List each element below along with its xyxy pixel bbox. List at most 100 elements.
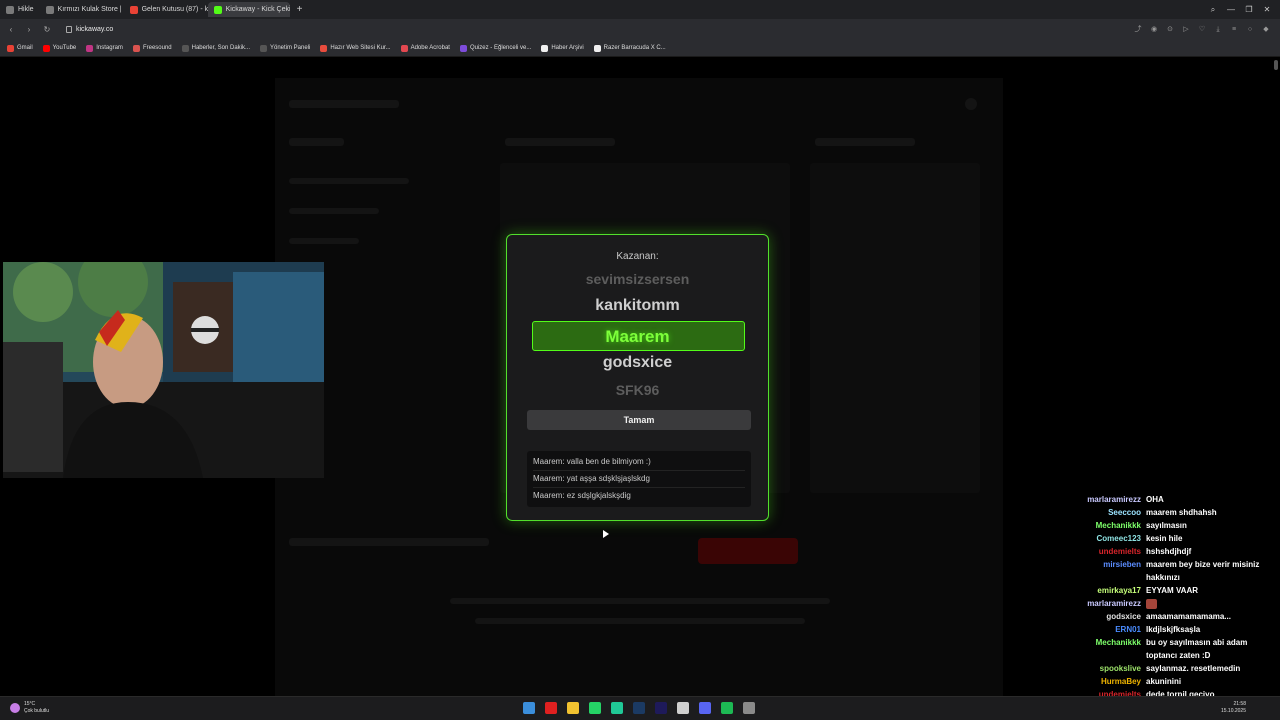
bookmark-item[interactable]: Razer Barracuda X C... — [593, 44, 666, 52]
weather-widget[interactable]: 15°C Çok bulutlu — [10, 701, 49, 715]
browser-tab[interactable]: Kırmızı Kulak Store | Hikle — [40, 2, 124, 17]
bookmark-label: Razer Barracuda X C... — [603, 45, 666, 51]
opera-icon[interactable] — [545, 702, 557, 714]
chat-username: undemielts — [1098, 690, 1141, 696]
bookmark-item[interactable]: Instagram — [86, 44, 123, 52]
chat-username: ERN01 — [1115, 625, 1141, 634]
bookmark-label: Yönetim Paneli — [269, 45, 311, 51]
browser-tab[interactable]: Hikle — [0, 2, 40, 17]
chat-text: saylanmaz. resetlemedin — [1146, 664, 1241, 673]
chat-username: marlaramirezz — [1087, 599, 1141, 608]
stream-chat-message: undemielts dede torpil geçiyo — [1040, 688, 1278, 696]
winner-modal: Kazanan: sevimsizsersen kankitomm Maarem… — [506, 234, 769, 521]
audition-icon[interactable] — [655, 702, 667, 714]
bookmark-item[interactable]: Gmail — [7, 44, 33, 52]
hikle-icon — [45, 5, 54, 14]
share-icon[interactable]: ⤴ — [1134, 26, 1142, 34]
stream-chat-message: spookslive saylanmaz. resetlemedin — [1040, 662, 1278, 675]
chat-text: dede torpil geçiyo — [1146, 690, 1215, 696]
photoshop-icon[interactable] — [633, 702, 645, 714]
forward-arrow-icon[interactable]: › — [24, 25, 34, 35]
new-tab-plus-icon[interactable]: + — [293, 3, 307, 17]
bookmark-favicon-icon — [459, 44, 467, 52]
modal-title: Kazanan: — [616, 251, 659, 262]
chat-text: lkdjlskjfksaşla — [1146, 625, 1201, 634]
winner-chat-log: Maarem: valla ben de bilmiyom :) Maarem: … — [527, 451, 751, 507]
stream-chat-message: marlaramirezz — [1040, 597, 1278, 610]
weather-temp: 15°C — [24, 701, 36, 707]
chat-text: maarem shdhahsh — [1146, 508, 1217, 517]
spotify-icon[interactable] — [721, 702, 733, 714]
extensions-icon[interactable]: ◆ — [1262, 26, 1270, 34]
bookmark-item[interactable]: YouTube — [42, 44, 77, 52]
taskbar-apps — [523, 702, 755, 714]
heart-icon[interactable]: ♡ — [1198, 26, 1206, 34]
bookmark-item[interactable]: Quizez - Eğlenceli ve... — [459, 44, 531, 52]
stream-chat-message: Seeccoo maarem shdhahsh — [1040, 506, 1278, 519]
browser-tab[interactable]: Gelen Kutusu (87) - kırmı — [124, 2, 208, 17]
terminal-icon[interactable] — [677, 702, 689, 714]
scrollbar[interactable] — [1274, 60, 1278, 70]
bookmark-favicon-icon — [7, 44, 14, 52]
download-icon[interactable]: ⤓ — [1214, 26, 1222, 34]
roll-name-above-1: kankitomm — [595, 297, 680, 314]
chat-text: amaamamamamama... — [1146, 612, 1231, 621]
tab-title: Hikle — [18, 6, 34, 13]
profile-icon[interactable]: ○ — [1246, 26, 1254, 34]
bookmark-item[interactable]: Adobe Acrobat — [400, 44, 450, 52]
chat-username: Comeec123 — [1096, 534, 1141, 543]
bookmark-label: Freesound — [142, 45, 172, 51]
webcam-overlay — [3, 262, 324, 478]
stream-chat-message: godsxice amaamamamamama... — [1040, 610, 1278, 623]
bookmark-item[interactable]: Haber Arşivi — [541, 44, 584, 52]
bookmark-favicon-icon — [132, 44, 140, 52]
bookmark-item[interactable]: Haberler, Son Dakik... — [181, 44, 250, 52]
bookmark-item[interactable]: Yönetim Paneli — [259, 44, 311, 52]
streaming-app-icon[interactable] — [611, 702, 623, 714]
clock-time: 21:58 — [1233, 701, 1246, 707]
back-arrow-icon[interactable]: ‹ — [6, 25, 16, 35]
url-text: kickaway.co — [76, 26, 114, 33]
whatsapp-icon[interactable] — [589, 702, 601, 714]
discord-icon[interactable] — [699, 702, 711, 714]
play-icon[interactable]: ▷ — [1182, 26, 1190, 34]
chat-username: emirkaya17 — [1097, 586, 1141, 595]
clock-date: 15.10.2025 — [1220, 708, 1246, 714]
chat-line: Maarem: yat aşşa sdşklşjaşlskdg — [533, 471, 745, 488]
ok-button[interactable]: Tamam — [527, 410, 751, 430]
search-tabs-icon[interactable]: ⌕ — [1206, 3, 1220, 17]
system-clock[interactable]: 21:58 15.10.2025 — [1221, 701, 1246, 715]
url-field[interactable]: kickaway.co — [66, 26, 113, 33]
tab-title: Kırmızı Kulak Store | Hikle — [57, 6, 124, 13]
stream-chat-message: Comeec123 kesin hile — [1040, 532, 1278, 545]
stream-chat-message: Mechanikkk sayılmasın — [1040, 519, 1278, 532]
bookmark-item[interactable]: Freesound — [132, 44, 172, 52]
camera-icon[interactable]: ◉ — [1150, 26, 1158, 34]
bookmark-label: Haber Arşivi — [551, 45, 584, 51]
chat-username: Seeccoo — [1108, 508, 1141, 517]
roll-name-below-2: SFK96 — [615, 382, 660, 398]
bookmark-label: Instagram — [96, 45, 123, 51]
browser-tab[interactable]: Kickaway - Kick Çekiliş Ar — [207, 2, 290, 17]
reload-icon[interactable]: ↻ — [42, 25, 52, 35]
minimize-icon[interactable]: — — [1224, 3, 1238, 17]
mouse-cursor-icon — [603, 530, 609, 538]
bookmark-item[interactable]: Hazır Web Sitesi Kur... — [320, 44, 391, 52]
chat-text: EYYAM VAAR — [1146, 586, 1199, 595]
chat-text: akuninini — [1146, 677, 1182, 686]
address-bar-actions: ⤴ ◉ ⊙ ▷ ♡ ⤓ ≡ ○ ◆ — [1134, 26, 1274, 34]
menu-icon[interactable]: ≡ — [1230, 26, 1238, 34]
windows-start-icon[interactable] — [523, 702, 535, 714]
settings-icon[interactable] — [743, 702, 755, 714]
bookmark-label: YouTube — [52, 45, 77, 51]
chat-username: HurmaBey — [1100, 677, 1141, 686]
restore-icon[interactable]: ❐ — [1242, 3, 1256, 17]
close-icon[interactable]: ✕ — [1260, 3, 1274, 17]
vpn-icon[interactable]: ⊙ — [1166, 26, 1174, 34]
chat-text: hshshdjhdjf — [1146, 547, 1192, 556]
stream-chat-message: emirkaya17 EYYAM VAAR — [1040, 584, 1278, 597]
file-explorer-icon[interactable] — [567, 702, 579, 714]
bookmark-label: Adobe Acrobat — [410, 45, 450, 51]
bookmark-favicon-icon — [42, 44, 50, 52]
tab-title: Kickaway - Kick Çekiliş Ar — [225, 6, 290, 13]
